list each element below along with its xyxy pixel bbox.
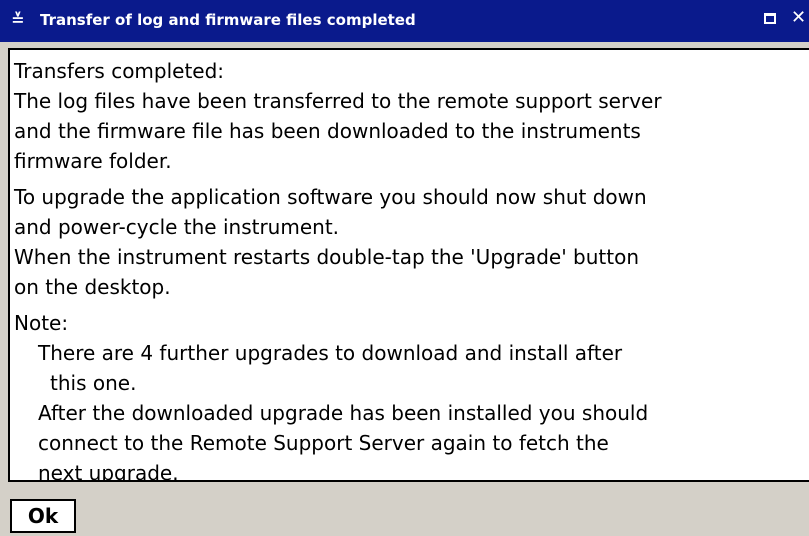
message-heading: Transfers completed: The log files have …	[14, 59, 662, 173]
message-line: and power-cycle the instrument.	[14, 215, 340, 239]
dialog-window: ≚ Transfer of log and firmware files com…	[0, 0, 809, 536]
maximize-icon[interactable]	[764, 13, 776, 24]
note-section: Note: There are 4 further upgrades to do…	[14, 308, 809, 482]
title-bar[interactable]: ≚ Transfer of log and firmware files com…	[0, 0, 809, 42]
note-line: connect to the Remote Support Server aga…	[38, 431, 609, 455]
message-line: on the desktop.	[14, 275, 171, 299]
message-line: The log files have been transferred to t…	[14, 89, 662, 113]
note-line: After the downloaded upgrade has been in…	[38, 401, 649, 425]
close-icon[interactable]: ✕	[791, 8, 806, 28]
message-line: To upgrade the application software you …	[14, 185, 647, 209]
window-title: Transfer of log and firmware files compl…	[40, 11, 416, 29]
window-menu-icon[interactable]: ≚	[8, 10, 28, 30]
note-line: There are 4 further upgrades to download…	[38, 341, 623, 365]
message-line: When the instrument restarts double-tap …	[14, 245, 640, 269]
ok-button[interactable]: Ok	[10, 499, 76, 533]
note-label: Note:	[14, 311, 69, 335]
upgrade-instructions: To upgrade the application software you …	[14, 182, 809, 302]
message-line: and the firmware file has been downloade…	[14, 119, 641, 143]
note-line: next upgrade.	[38, 461, 179, 482]
message-panel: Transfers completed: The log files have …	[8, 48, 809, 482]
message-line: firmware folder.	[14, 149, 172, 173]
note-line: this one.	[50, 371, 137, 395]
